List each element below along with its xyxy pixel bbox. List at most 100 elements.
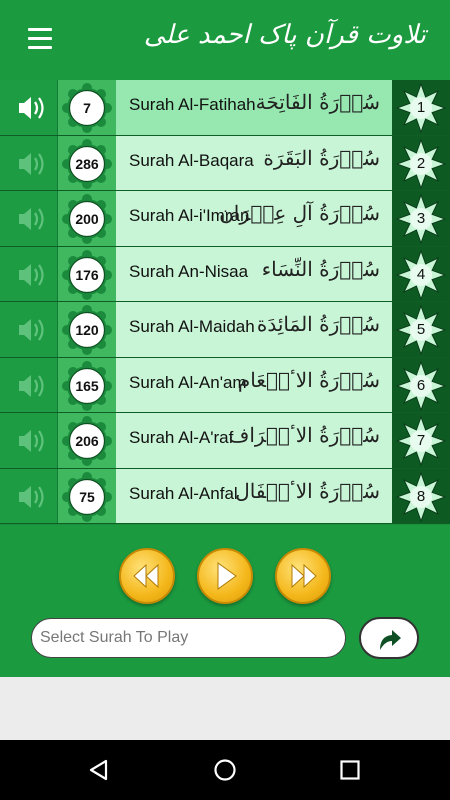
app-title: تلاوت قرآن پاک احمد علی: [143, 20, 426, 50]
select-surah-input[interactable]: [40, 625, 335, 651]
play-cell[interactable]: [0, 80, 58, 135]
ayat-count-cell: 206: [58, 413, 116, 468]
surah-name: Surah Al-Fatihah: [129, 95, 256, 114]
speaker-icon[interactable]: [16, 205, 46, 233]
player-panel: [0, 525, 450, 677]
surah-arabic-name: سُوۡرَةُ النِّسَاء: [261, 256, 380, 281]
speaker-icon[interactable]: [16, 372, 46, 400]
speaker-icon[interactable]: [16, 427, 46, 455]
menu-icon[interactable]: [28, 28, 54, 50]
nav-home-button[interactable]: [213, 758, 237, 782]
play-cell[interactable]: [0, 135, 58, 190]
ayat-count: 286: [75, 155, 99, 172]
ayat-count: 7: [83, 100, 91, 116]
surah-name-cell[interactable]: Surah Al-Baqara سُوۡرَةُ البَقَرَة: [116, 135, 392, 190]
play-cell[interactable]: [0, 468, 58, 523]
ayat-count: 75: [79, 488, 95, 505]
ayat-count: 206: [75, 433, 99, 449]
ayat-count-cell: 286: [58, 135, 116, 190]
speaker-icon[interactable]: [16, 150, 46, 178]
select-surah-field[interactable]: [31, 618, 346, 658]
surah-name: Surah Al-An'am: [129, 372, 247, 392]
surah-name: Surah Al-Baqara: [129, 150, 254, 170]
surah-row[interactable]: 176 Surah An-Nisaa سُوۡرَةُ النِّسَاء 4: [0, 246, 450, 302]
surah-name-cell[interactable]: Surah Al-Anfal سُوۡرَةُ الاٴنۡفَال: [116, 468, 392, 523]
surah-name-cell[interactable]: Surah Al-Maidah سُوۡرَةُ المَائِدَة: [116, 302, 392, 357]
play-cell[interactable]: [0, 246, 58, 301]
nav-recents-button[interactable]: [338, 758, 362, 782]
back-triangle-icon: [89, 759, 108, 781]
curved-arrow-icon: [380, 630, 401, 650]
surah-number: 1: [416, 99, 426, 116]
surah-number-cell: 2: [392, 135, 450, 190]
speaker-icon[interactable]: [16, 483, 46, 511]
surah-row[interactable]: 206 Surah Al-A'raf سُوۡرَةُ الاٴعۡرَاف 7: [0, 413, 450, 469]
surah-name-cell[interactable]: Surah Al-Fatihah سُوۡرَةُ الفَاتِحَة: [116, 80, 392, 135]
surah-name-cell[interactable]: Surah An-Nisaa سُوۡرَةُ النِّسَاء: [116, 246, 392, 301]
ayat-count: 165: [75, 377, 99, 394]
home-circle-icon: [214, 759, 236, 781]
app-screen: تلاوت قرآن پاک احمد علی 7 Surah Al-Fatih…: [0, 0, 450, 800]
speaker-icon[interactable]: [16, 316, 46, 344]
ayat-count-cell: 7: [58, 80, 116, 135]
surah-row[interactable]: 165 Surah Al-An'am سُوۡرَةُ الاٴنۡعَام 6: [0, 357, 450, 413]
ayat-count-cell: 165: [58, 357, 116, 412]
surah-number: 8: [416, 487, 426, 505]
speaker-icon[interactable]: [16, 94, 46, 122]
ayat-count: 176: [75, 266, 99, 283]
surah-number-cell: 6: [392, 357, 450, 412]
rewind-button[interactable]: [119, 548, 175, 604]
surah-number: 2: [416, 154, 426, 172]
ayat-count-cell: 75: [58, 468, 116, 523]
surah-number: 5: [416, 321, 426, 338]
surah-name: Surah Al-Anfal: [129, 483, 238, 503]
ayat-count: 120: [75, 322, 99, 338]
fast-forward-button[interactable]: [275, 548, 331, 604]
speaker-icon[interactable]: [16, 261, 46, 289]
play-cell[interactable]: [0, 357, 58, 412]
surah-name-cell[interactable]: Surah Al-A'raf سُوۡرَةُ الاٴعۡرَاف: [116, 413, 392, 468]
surah-number: 4: [416, 265, 426, 283]
surah-number: 3: [416, 210, 426, 227]
ayat-count-cell: 200: [58, 191, 116, 246]
surah-row[interactable]: 75 Surah Al-Anfal سُوۡرَةُ الاٴنۡفَال 8: [0, 468, 450, 524]
surah-arabic-name: سُوۡرَةُ الاٴنۡفَال: [235, 478, 380, 503]
ayat-count-cell: 176: [58, 246, 116, 301]
play-button[interactable]: [197, 548, 253, 604]
fast-forward-icon: [291, 563, 317, 589]
surah-arabic-name: سُوۡرَةُ البَقَرَة: [263, 145, 380, 170]
surah-row[interactable]: 7 Surah Al-Fatihah سُوۡرَةُ الفَاتِحَة 1: [0, 80, 450, 136]
surah-number-cell: 5: [392, 302, 450, 357]
surah-row[interactable]: 200 Surah Al-i'Imran سُوۡرَةُ آلِ عِمۡرَ…: [0, 191, 450, 247]
ayat-count: 200: [75, 211, 99, 227]
surah-arabic-name: سُوۡرَةُ الاٴعۡرَاف: [228, 423, 380, 447]
surah-row[interactable]: 120 Surah Al-Maidah سُوۡرَةُ المَائِدَة …: [0, 302, 450, 358]
play-cell[interactable]: [0, 302, 58, 357]
go-button[interactable]: [359, 617, 419, 659]
surah-number-cell: 8: [392, 468, 450, 523]
surah-arabic-name: سُوۡرَةُ المَائِدَة: [256, 312, 380, 336]
ayat-count-cell: 120: [58, 302, 116, 357]
nav-back-button[interactable]: [87, 758, 111, 782]
surah-name-cell[interactable]: Surah Al-i'Imran سُوۡرَةُ آلِ عِمۡرَان: [116, 191, 392, 246]
surah-arabic-name: سُوۡرَةُ آلِ عِمۡرَان: [219, 201, 380, 225]
surah-number: 7: [416, 432, 426, 449]
surah-name-cell[interactable]: Surah Al-An'am سُوۡرَةُ الاٴنۡعَام: [116, 357, 392, 412]
play-cell[interactable]: [0, 191, 58, 246]
surah-number: 6: [416, 376, 426, 394]
rewind-icon: [133, 563, 159, 589]
surah-row[interactable]: 286 Surah Al-Baqara سُوۡرَةُ البَقَرَة 2: [0, 135, 450, 191]
surah-name: Surah An-Nisaa: [129, 261, 249, 281]
surah-name: Surah Al-A'raf: [129, 428, 234, 447]
surah-number-cell: 4: [392, 246, 450, 301]
play-cell[interactable]: [0, 413, 58, 468]
surah-arabic-name: سُوۡرَةُ الاٴنۡعَام: [237, 367, 380, 392]
surah-name: Surah Al-Maidah: [129, 317, 255, 336]
system-nav-bar: [0, 740, 450, 800]
surah-number-cell: 7: [392, 413, 450, 468]
top-app-bar: تلاوت قرآن پاک احمد علی: [0, 0, 450, 80]
surah-number-cell: 1: [392, 80, 450, 135]
surah-number-cell: 3: [392, 191, 450, 246]
recents-square-icon: [340, 760, 360, 780]
surah-list[interactable]: 7 Surah Al-Fatihah سُوۡرَةُ الفَاتِحَة 1: [0, 80, 450, 525]
